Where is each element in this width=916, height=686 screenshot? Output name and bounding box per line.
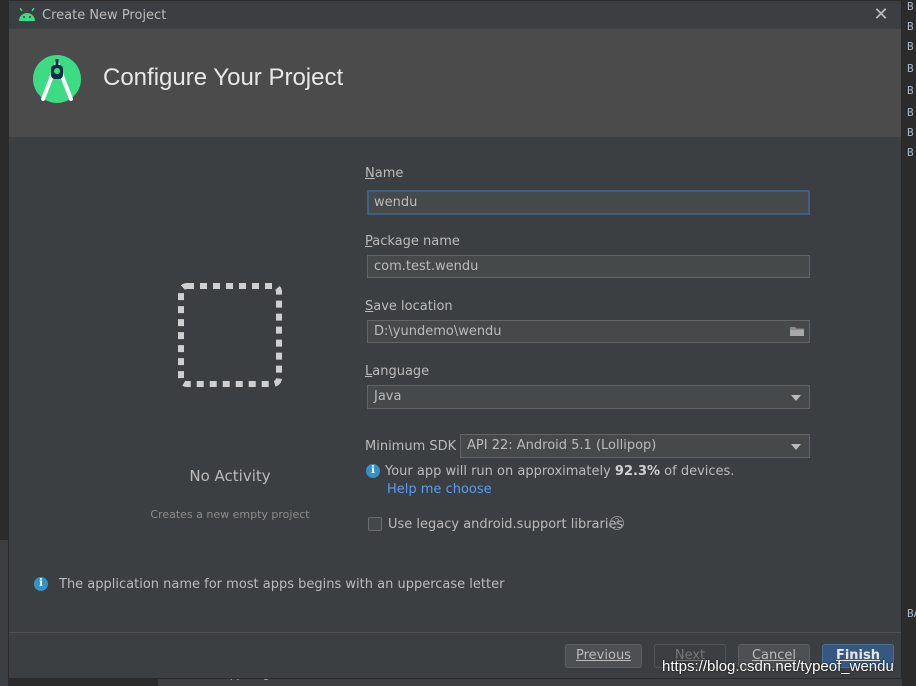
name-input[interactable] [367,190,810,215]
help-me-choose-link[interactable]: Help me choose [387,482,492,497]
background-text: BA [907,607,916,620]
background-ide-panel [0,540,8,686]
background-text: B [907,62,914,75]
package-name-input[interactable] [367,255,810,278]
chevron-down-icon [791,444,801,450]
watermark-text: https://blog.csdn.net/typeof_wendu [662,658,894,675]
android-studio-logo-icon [33,55,81,103]
minimum-sdk-label: Minimum SDK [365,439,457,454]
background-text: B [907,84,914,97]
save-location-label: Save location [365,299,453,314]
save-location-value: D:\yundemo\wendu [374,324,502,339]
background-text: B [907,0,914,13]
footer-divider [9,632,901,633]
background-ide-panel [902,0,916,686]
minimum-sdk-value: API 22: Android 5.1 (Lollipop) [467,438,657,453]
close-icon[interactable]: ✕ [871,5,891,25]
name-label: Name [365,166,404,181]
template-name: No Activity [189,467,271,485]
legacy-support-label[interactable]: Use legacy android.support libraries [388,517,623,532]
window-title: Create New Project [42,8,167,23]
dialog-header: Configure Your Project [9,29,901,137]
legacy-support-checkbox[interactable] [368,517,382,531]
background-text: B [907,146,914,159]
background-text: B [907,40,914,53]
dialog-titlebar: Create New Project ✕ [9,1,901,29]
template-description: Creates a new empty project [150,508,310,521]
device-coverage-text: Your app will run on approximately 92.3%… [385,464,735,479]
package-name-label: Package name [365,234,460,249]
info-icon: i [366,464,380,478]
create-project-dialog: Create New Project ✕ Configure Your Proj… [8,0,902,679]
chevron-down-icon [791,395,801,401]
previous-button[interactable]: Previous [565,644,642,668]
android-icon [19,8,35,21]
folder-icon[interactable] [789,325,805,337]
no-activity-template-icon [178,283,282,387]
background-text: B [907,20,914,33]
background-text: B [907,106,914,119]
background-text: B [907,126,914,139]
question-mark-icon[interactable]: ? [610,516,624,530]
coverage-percent: 92.3% [614,464,661,479]
language-value: Java [374,389,402,404]
validation-hint: The application name for most apps begin… [59,577,505,592]
page-title: Configure Your Project [103,64,344,91]
minimum-sdk-select[interactable]: API 22: Android 5.1 (Lollipop) [460,434,810,458]
language-select[interactable]: Java [367,385,810,409]
save-location-input[interactable]: D:\yundemo\wendu [367,320,810,343]
info-icon: i [34,577,48,591]
language-label: Language [365,364,430,379]
